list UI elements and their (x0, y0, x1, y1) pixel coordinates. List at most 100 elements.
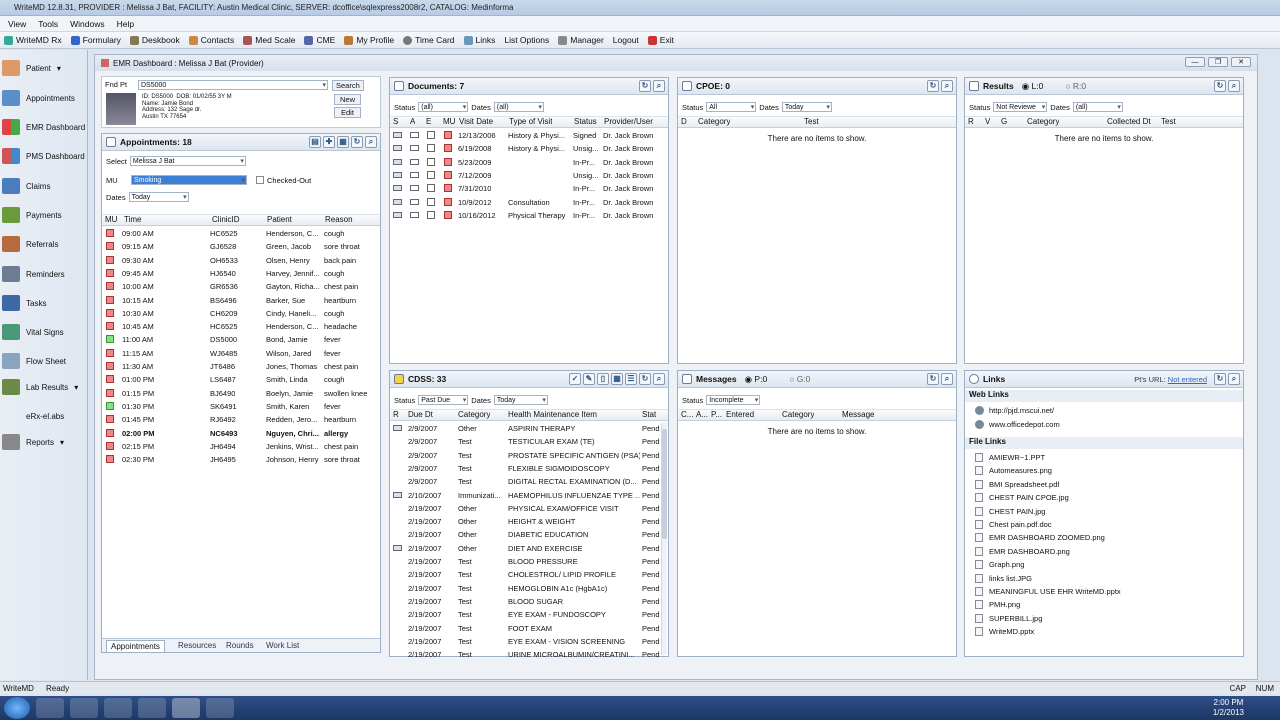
web-link-item[interactable]: http://pjd.mscui.net/ (965, 404, 1243, 417)
refresh-icon[interactable]: ↻ (639, 373, 651, 385)
formulary-button[interactable]: Formulary (70, 35, 121, 45)
start-button[interactable] (4, 697, 30, 719)
results-status-select[interactable]: Not Reviewe (993, 102, 1048, 112)
appointment-row[interactable]: 11:30 AM JT6486 Jones, Thomas chest pain (102, 360, 380, 373)
dell-taskbar-button[interactable] (138, 698, 166, 718)
appointment-row[interactable]: 02:30 PM JH6495 Johnson, Henry sore throat (102, 453, 380, 466)
cdss-row[interactable]: 2/19/2007 Other PHYSICAL EXAM/OFFICE VISIT… (390, 502, 668, 515)
cdss-row[interactable]: 2/19/2007 Test URINE MICROALBUMIN/CREATINI… (390, 648, 668, 661)
cdss-dates-select[interactable]: Today (493, 395, 548, 405)
cdss-row[interactable]: 2/9/2007 Test TESTICULAR EXAM (TE) Pend (390, 435, 668, 448)
appointment-row[interactable]: 01:45 PM RJ6492 Redden, Jero... heartburn (102, 413, 380, 426)
appointment-row[interactable]: 09:30 AM OH6533 Olsen, Henry back pain (102, 254, 380, 267)
messages-status-select[interactable]: Incomplete (706, 395, 761, 405)
zoom-icon[interactable]: ⌕ (1228, 80, 1240, 92)
cdss-row[interactable]: 2/19/2007 Test BLOOD SUGAR Pend (390, 595, 668, 608)
file-link-item[interactable]: Chest pain.pdf.doc (965, 518, 1243, 531)
restore-button[interactable]: ❐ (1208, 57, 1228, 67)
search-button[interactable]: Search (332, 80, 364, 91)
cdss-row[interactable]: 2/19/2007 Test HEMOGLOBIN A1c (HgbA1c) Pend (390, 582, 668, 595)
nav-pms-dashboard[interactable]: PMS Dashboard (2, 148, 85, 164)
manager-button[interactable]: Manager (558, 35, 604, 45)
cdss-row[interactable]: 2/19/2007 Test CHOLESTROL/ LIPID PROFILE Pe… (390, 568, 668, 581)
dates-select[interactable]: Today (128, 192, 189, 202)
results-l-radio[interactable]: ◉ L:0 (1022, 81, 1044, 92)
contacts-button[interactable]: Contacts (188, 35, 234, 45)
menu-view[interactable]: View (8, 19, 26, 29)
add-icon[interactable]: ✚ (323, 136, 335, 148)
time-card-button[interactable]: Time Card (403, 35, 455, 45)
cdss-row[interactable]: 2/9/2007 Test FLEXIBLE SIGMOIDOSCOPY Pend (390, 462, 668, 475)
cpoe-status-select[interactable]: All (706, 102, 757, 112)
refresh-icon[interactable]: ↻ (1214, 80, 1226, 92)
tab-work-list[interactable]: Work List (266, 641, 299, 650)
file-link-item[interactable]: links list.JPG (965, 572, 1243, 585)
check-icon[interactable]: ✓ (569, 373, 581, 385)
list-options-button[interactable]: List Options (504, 35, 549, 45)
close-button[interactable]: ✕ (1231, 57, 1251, 67)
messages-g-radio[interactable]: ○ G:0 (789, 374, 810, 384)
list-icon[interactable]: ☰ (625, 373, 637, 385)
nav-payments[interactable]: Payments (2, 207, 62, 223)
documents-status-select[interactable]: (all) (418, 102, 469, 112)
cdss-row[interactable]: 2/19/2007 Other DIABETIC EDUCATION Pend (390, 528, 668, 541)
writemd-taskbar-button[interactable] (172, 698, 200, 718)
cdss-row[interactable]: 2/19/2007 Test EYE EXAM - VISION SCREENING… (390, 635, 668, 648)
cdss-scrollbar[interactable] (661, 423, 667, 655)
checked-out-checkbox[interactable] (256, 176, 264, 184)
appointment-row[interactable]: 09:15 AM GJ6528 Green, Jacob sore throat (102, 240, 380, 253)
web-link-item[interactable]: www.officedepot.com (965, 418, 1243, 431)
file-link-item[interactable]: EMR DASHBOARD ZOOMED.png (965, 531, 1243, 544)
zoom-icon[interactable]: ⌕ (365, 136, 377, 148)
appointment-row[interactable]: 09:45 AM HJ6540 Harvey, Jennif... cough (102, 267, 380, 280)
explorer-taskbar-button[interactable] (70, 698, 98, 718)
appointment-row[interactable]: 01:15 PM BJ6490 Boelyn, Jamie swollen knee (102, 387, 380, 400)
file-link-item[interactable]: SUPERBILL.jpg (965, 612, 1243, 625)
refresh-icon[interactable]: ↻ (639, 80, 651, 92)
zoom-icon[interactable]: ⌕ (653, 373, 665, 385)
nav-patient[interactable]: Patient ▾ (2, 60, 61, 76)
logout-button[interactable]: Logout (613, 35, 639, 45)
nav-erx-elabs[interactable]: eRx-el.abs (26, 412, 64, 421)
file-link-item[interactable]: MEANINGFUL USE EHR WriteMD.pptx (965, 585, 1243, 598)
app-taskbar-button[interactable] (206, 698, 234, 718)
nav-tasks[interactable]: Tasks (2, 295, 46, 311)
cpoe-dates-select[interactable]: Today (781, 102, 832, 112)
documents-dates-select[interactable]: (all) (493, 102, 544, 112)
appointment-row[interactable]: 10:00 AM GR6536 Gayton, Richa... chest pain (102, 280, 380, 293)
document-row[interactable]: 6/19/2008 History & Physi... Unsig... Dr. J… (390, 142, 668, 155)
menu-windows[interactable]: Windows (70, 19, 104, 29)
appointment-row[interactable]: 10:15 AM BS6496 Barker, Sue heartburn (102, 294, 380, 307)
cdss-row[interactable]: 2/9/2007 Other ASPIRIN THERAPY Pend (390, 422, 668, 435)
nav-lab-results[interactable]: Lab Results ▾ (2, 379, 78, 395)
document-row[interactable]: 10/16/2012 Physical Therapy In-Pr... Dr. Ja… (390, 209, 668, 222)
provider-select[interactable]: Melissa J Bat (129, 156, 246, 166)
file-link-item[interactable]: PMH.png (965, 598, 1243, 611)
cme-button[interactable]: CME (304, 35, 335, 45)
tab-rounds[interactable]: Rounds (226, 641, 254, 650)
nav-vital-signs[interactable]: Vital Signs (2, 324, 64, 340)
filter-icon[interactable]: ▦ (337, 136, 349, 148)
refresh-icon[interactable]: ↻ (927, 80, 939, 92)
zoom-icon[interactable]: ⌕ (941, 80, 953, 92)
links-button[interactable]: Links (463, 35, 495, 45)
zoom-icon[interactable]: ⌕ (1228, 373, 1240, 385)
grid-icon[interactable]: ▦ (611, 373, 623, 385)
cdss-row[interactable]: 2/19/2007 Test FOOT EXAM Pend (390, 622, 668, 635)
nav-claims[interactable]: Claims (2, 178, 50, 194)
file-link-item[interactable]: BMI Spreadsheet.pdf (965, 478, 1243, 491)
document-row[interactable]: 10/9/2012 Consultation In-Pr... Dr. Jack Br… (390, 196, 668, 209)
cdss-status-select[interactable]: Past Due (418, 395, 469, 405)
media-taskbar-button[interactable] (104, 698, 132, 718)
file-link-item[interactable]: Graph.png (965, 558, 1243, 571)
document-row[interactable]: 7/12/2009 Unsig... Dr. Jack Brown (390, 169, 668, 182)
nav-emr-dashboard[interactable]: EMR Dashboard (2, 119, 85, 135)
med-scale-button[interactable]: Med Scale (243, 35, 295, 45)
edit-patient-button[interactable]: Edit (334, 107, 361, 118)
find-patient-input[interactable]: DS5000 (138, 80, 328, 90)
new-patient-button[interactable]: New (334, 94, 362, 105)
nav-reminders[interactable]: Reminders (2, 266, 65, 282)
refresh-icon[interactable]: ↻ (1214, 373, 1226, 385)
cdss-row[interactable]: 2/10/2007 Immunizati... HAEMOPHILUS INFLUE… (390, 489, 668, 502)
appointment-row[interactable]: 09:00 AM HC6525 Henderson, C... cough (102, 227, 380, 240)
